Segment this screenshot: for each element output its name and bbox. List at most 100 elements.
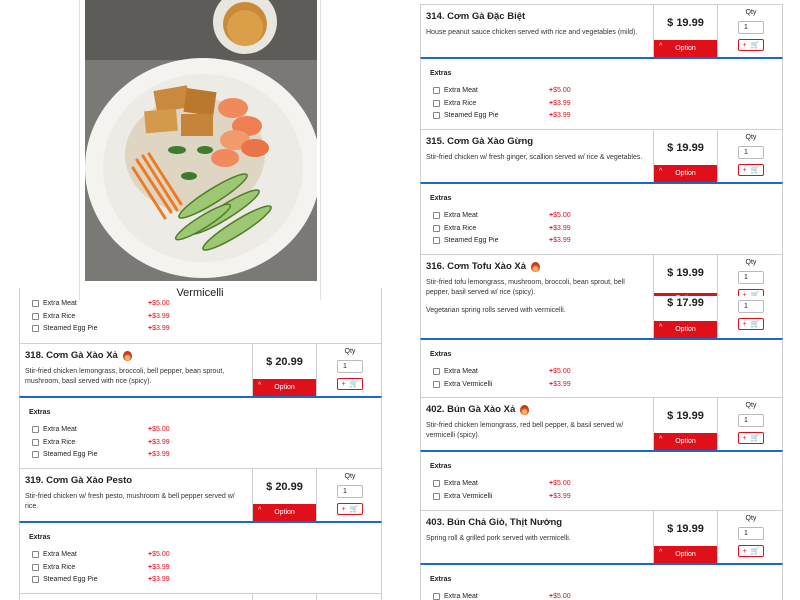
- extra-checkbox[interactable]: [32, 325, 39, 332]
- extra-option[interactable]: Extra Meat +$5.00: [32, 426, 202, 435]
- qty-input[interactable]: 1: [738, 300, 764, 313]
- extra-option[interactable]: Steamed Egg Pie +$3.99: [433, 237, 603, 246]
- extra-price: +$3.99: [148, 576, 170, 583]
- photo-caption: Vermicelli: [176, 287, 224, 299]
- extra-checkbox[interactable]: [433, 237, 440, 244]
- add-to-cart-button[interactable]: +🛒: [738, 39, 764, 51]
- extra-price: +$3.99: [148, 439, 170, 446]
- extra-option[interactable]: Extra Meat +$5.00: [32, 300, 202, 309]
- option-button[interactable]: ^ Option: [253, 379, 316, 396]
- extra-option[interactable]: Extra Meat +$5.00: [32, 551, 202, 560]
- qty-input[interactable]: 1: [738, 271, 764, 284]
- extra-option[interactable]: Extra Rice +$3.99: [32, 439, 202, 448]
- extra-checkbox[interactable]: [433, 87, 440, 94]
- qty-cell: Qty 1 +🛒: [717, 398, 784, 450]
- option-button[interactable]: ^ Option: [654, 433, 717, 450]
- photo-card[interactable]: Vermicelli: [79, 0, 321, 300]
- menu-item-315: 315. Cơm Gà Xào Gừng Stir-fried chicken …: [420, 129, 783, 183]
- extra-option[interactable]: Extra Vermicelli +$3.99: [433, 381, 603, 390]
- item-price: $ 20.99: [266, 481, 303, 493]
- item-price: $ 19.99: [667, 142, 704, 154]
- qty-label: Qty: [745, 134, 757, 141]
- extra-option[interactable]: Steamed Egg Pie +$3.99: [32, 325, 202, 334]
- item-price: $ 20.99: [266, 356, 303, 368]
- price-cell: [252, 594, 316, 600]
- qty-input[interactable]: 1: [738, 527, 764, 540]
- extra-price: +$3.99: [549, 381, 571, 388]
- extra-checkbox[interactable]: [32, 313, 39, 320]
- extras-title: Extras: [430, 70, 452, 77]
- extra-checkbox[interactable]: [433, 480, 440, 487]
- extras-title: Extras: [430, 195, 452, 202]
- extra-checkbox[interactable]: [32, 576, 39, 583]
- add-to-cart-button[interactable]: +🛒: [738, 164, 764, 176]
- extras-title: Extras: [430, 351, 452, 358]
- qty-cell: [316, 594, 383, 600]
- option-button[interactable]: ^ Option: [654, 40, 717, 57]
- menu-item-402: 402. Bún Gà Xào Xả Stir-fried chicken le…: [420, 397, 783, 451]
- add-to-cart-button[interactable]: +🛒: [738, 432, 764, 444]
- item-description: Stir-fried chicken w/ fresh pesto, mushr…: [25, 493, 235, 510]
- extra-checkbox[interactable]: [433, 212, 440, 219]
- extra-checkbox[interactable]: [32, 451, 39, 458]
- extra-checkbox[interactable]: [433, 593, 440, 600]
- item-title: 314. Cơm Gà Đặc Biệt: [426, 11, 526, 22]
- qty-input[interactable]: 1: [337, 360, 363, 373]
- extra-checkbox[interactable]: [433, 381, 440, 388]
- extra-option[interactable]: Extra Meat +$5.00: [433, 593, 603, 600]
- extra-option[interactable]: Steamed Egg Pie +$3.99: [32, 451, 202, 460]
- extra-option[interactable]: Steamed Egg Pie +$3.99: [433, 112, 603, 121]
- extra-name: Extra Meat: [43, 300, 77, 307]
- price-cell: $ 19.99 ^ Option: [653, 5, 717, 57]
- extra-option[interactable]: Extra Meat +$5.00: [433, 212, 603, 221]
- extra-price: +$3.99: [549, 112, 571, 119]
- item-title: 315. Cơm Gà Xào Gừng: [426, 136, 534, 147]
- extra-checkbox[interactable]: [433, 368, 440, 375]
- extra-checkbox[interactable]: [32, 426, 39, 433]
- extra-checkbox[interactable]: [433, 493, 440, 500]
- extra-checkbox[interactable]: [433, 100, 440, 107]
- add-to-cart-button[interactable]: +🛒: [337, 503, 363, 515]
- extra-option[interactable]: Extra Meat +$5.00: [433, 480, 603, 489]
- plus-icon: +: [742, 547, 747, 555]
- option-button[interactable]: ^ Option: [654, 165, 717, 182]
- qty-input[interactable]: 1: [337, 485, 363, 498]
- extra-option[interactable]: Extra Rice +$3.99: [32, 564, 202, 573]
- menu-item-next: [19, 593, 382, 600]
- extra-option[interactable]: Extra Rice +$3.99: [433, 225, 603, 234]
- extra-checkbox[interactable]: [433, 225, 440, 232]
- qty-input[interactable]: 1: [738, 21, 764, 34]
- extra-option[interactable]: Extra Rice +$3.99: [433, 100, 603, 109]
- option-button[interactable]: ^ Option: [654, 321, 717, 338]
- extra-checkbox[interactable]: [32, 439, 39, 446]
- add-to-cart-button[interactable]: +🛒: [337, 378, 363, 390]
- item-price: $ 19.99: [667, 523, 704, 535]
- extra-option[interactable]: Extra Meat +$5.00: [433, 368, 603, 377]
- menu-item-318: 318. Cơm Gà Xào Xả Stir-fried chicken le…: [19, 343, 382, 397]
- chevron-up-icon: ^: [258, 382, 262, 389]
- option-button[interactable]: ^ Option: [654, 546, 717, 563]
- add-to-cart-button[interactable]: +🛒: [738, 318, 764, 330]
- extra-checkbox[interactable]: [32, 551, 39, 558]
- price-cell: $ 17.99 ^ Option: [653, 296, 717, 338]
- qty-input[interactable]: 1: [738, 146, 764, 159]
- qty-input[interactable]: 1: [738, 414, 764, 427]
- extra-option[interactable]: Extra Meat +$5.00: [433, 87, 603, 96]
- extra-checkbox[interactable]: [433, 112, 440, 119]
- extra-option[interactable]: Extra Vermicelli +$3.99: [433, 493, 603, 502]
- extra-checkbox[interactable]: [32, 564, 39, 571]
- extra-price: +$5.00: [148, 300, 170, 307]
- cart-icon: 🛒: [349, 381, 359, 388]
- dish-photo: [85, 0, 317, 281]
- option-button[interactable]: ^ Option: [253, 504, 316, 521]
- item-info: 403. Bún Chả Giò, Thịt Nướng Spring roll…: [421, 511, 653, 563]
- menu-column-right: 314. Cơm Gà Đặc Biệt House peanut sauce …: [420, 0, 783, 600]
- add-to-cart-button[interactable]: +🛒: [738, 545, 764, 557]
- item-info: 319. Cơm Gà Xào Pesto Stir-fried chicken…: [20, 469, 252, 521]
- item-description: House peanut sauce chicken served with r…: [426, 29, 638, 36]
- extra-checkbox[interactable]: [32, 300, 39, 307]
- qty-label: Qty: [745, 9, 757, 16]
- extra-option[interactable]: Steamed Egg Pie +$3.99: [32, 576, 202, 585]
- spicy-icon: [520, 404, 530, 415]
- extra-option[interactable]: Extra Rice +$3.99: [32, 313, 202, 322]
